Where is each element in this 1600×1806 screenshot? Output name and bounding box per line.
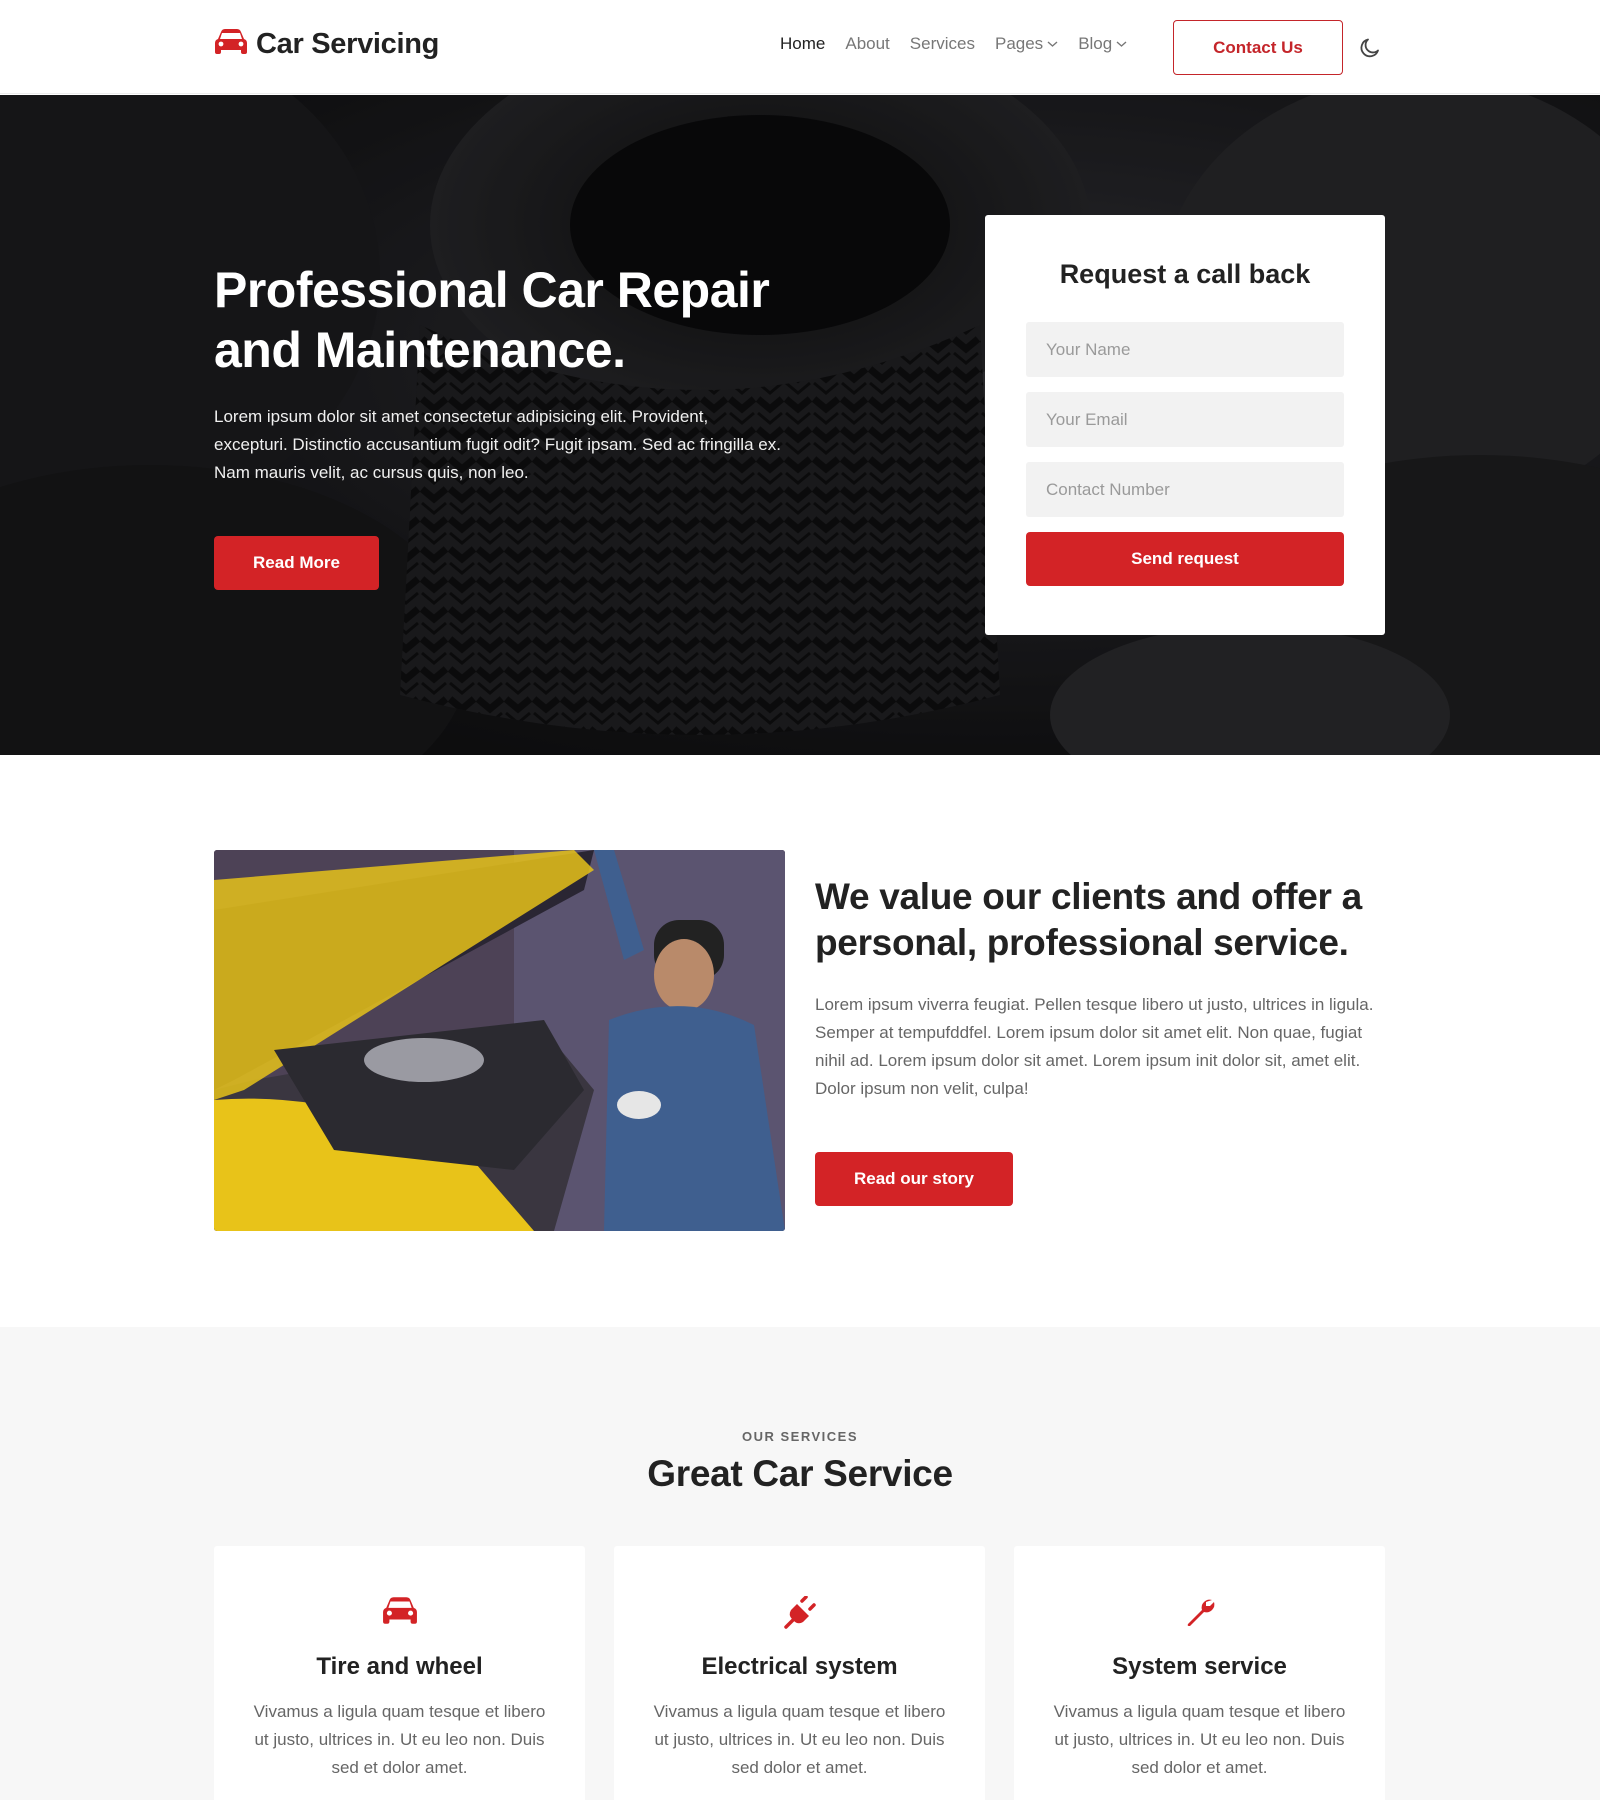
callback-title: Request a call back xyxy=(1059,259,1311,289)
service-card-system[interactable]: System service Vivamus a ligula quam tes… xyxy=(1014,1546,1385,1806)
contact-number-input[interactable] xyxy=(1026,462,1344,517)
nav-pages[interactable]: Pages xyxy=(995,34,1058,54)
wrench-icon xyxy=(1184,1596,1216,1633)
service-card-title: Electrical system xyxy=(701,1653,898,1680)
car-icon xyxy=(382,1596,418,1631)
services-section: OUR SERVICES Great Car Service Tire and … xyxy=(0,1327,1600,1806)
moon-icon[interactable] xyxy=(1358,36,1382,60)
read-more-button[interactable]: Read More xyxy=(214,536,379,590)
brand-logo[interactable]: Car Servicing xyxy=(214,28,439,61)
service-card-electrical[interactable]: Electrical system Vivamus a ligula quam … xyxy=(614,1546,985,1806)
plug-icon xyxy=(783,1595,817,1635)
hero-section: Professional Car Repair and Maintenance.… xyxy=(0,95,1600,755)
about-text: Lorem ipsum viverra feugiat. Pellen tesq… xyxy=(815,995,1374,1098)
service-card-text: Vivamus a ligula quam tesque et libero u… xyxy=(253,1702,546,1777)
nav-about[interactable]: About xyxy=(845,34,889,54)
nav-blog-label: Blog xyxy=(1078,34,1113,53)
nav-home[interactable]: Home xyxy=(780,34,825,54)
about-title: We value our clients and offer a persona… xyxy=(815,876,1362,963)
service-card-title: System service xyxy=(1112,1653,1287,1680)
nav-blog[interactable]: Blog xyxy=(1078,34,1127,54)
services-eyebrow: OUR SERVICES xyxy=(741,1429,858,1444)
hero-text: Lorem ipsum dolor sit amet consectetur a… xyxy=(214,407,781,482)
send-request-button[interactable]: Send request xyxy=(1026,532,1344,586)
service-card-tire[interactable]: Tire and wheel Vivamus a ligula quam tes… xyxy=(214,1546,585,1806)
service-card-text: Vivamus a ligula quam tesque et libero u… xyxy=(1053,1702,1346,1777)
mechanic-photo xyxy=(214,850,785,1231)
hero-title: Professional Car Repair and Maintenance. xyxy=(214,262,770,378)
service-card-title: Tire and wheel xyxy=(316,1653,483,1680)
name-input[interactable] xyxy=(1026,322,1344,377)
contact-us-button[interactable]: Contact Us xyxy=(1173,20,1343,75)
car-icon xyxy=(214,28,248,61)
nav-pages-label: Pages xyxy=(994,34,1044,53)
brand-name: Car Servicing xyxy=(256,28,440,60)
nav-services[interactable]: Services xyxy=(910,34,975,54)
main-nav: Home About Services Pages Blog xyxy=(780,34,1127,54)
chevron-down-icon xyxy=(1116,41,1127,47)
email-input[interactable] xyxy=(1026,392,1344,447)
service-card-text: Vivamus a ligula quam tesque et libero u… xyxy=(653,1702,946,1777)
callback-form: Request a call back Send request xyxy=(985,215,1385,635)
read-our-story-button[interactable]: Read our story xyxy=(815,1152,1013,1206)
chevron-down-icon xyxy=(1047,41,1058,47)
services-title: Great Car Service xyxy=(647,1453,953,1494)
site-header: Car Servicing Home About Services Pages … xyxy=(0,0,1600,94)
